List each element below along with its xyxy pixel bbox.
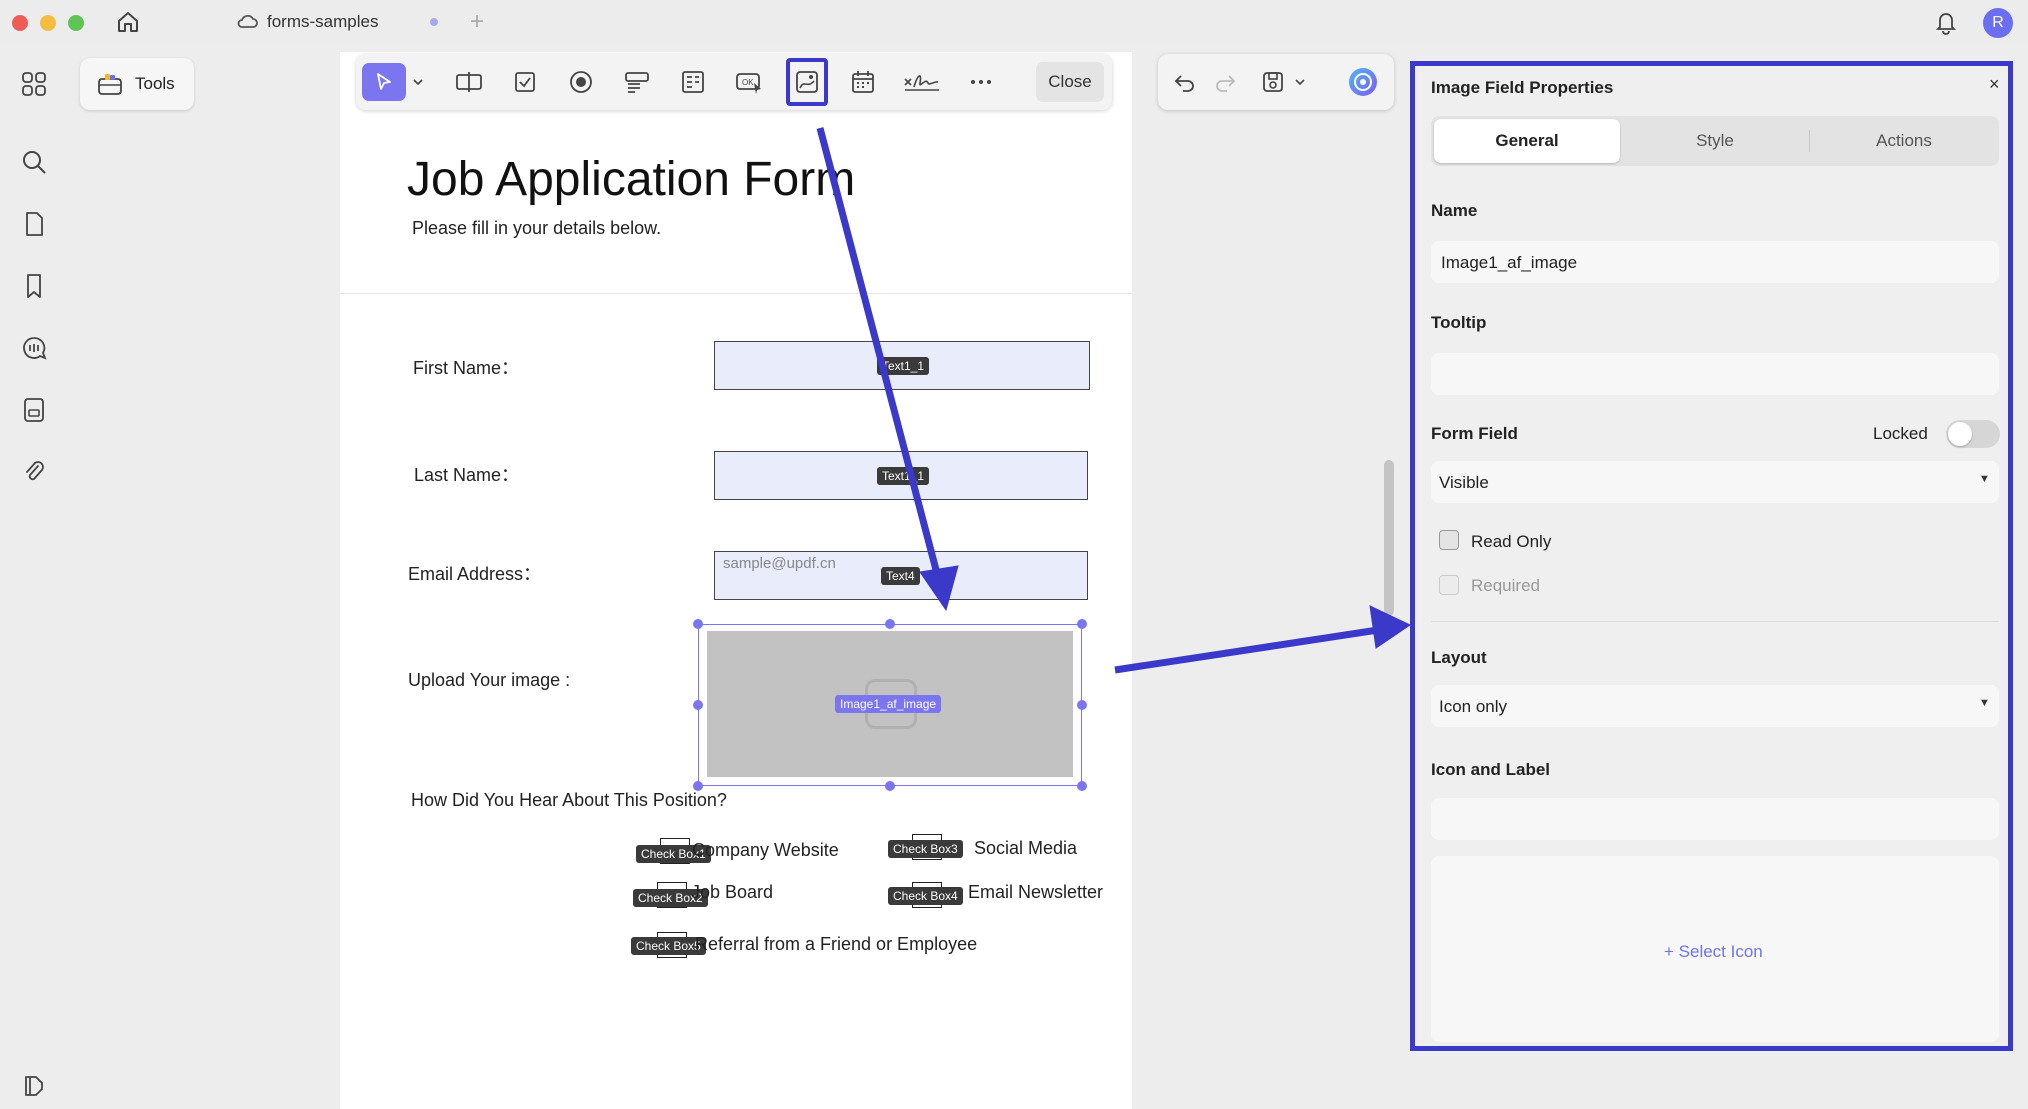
panel-title: Image Field Properties: [1431, 78, 1614, 97]
tab-style[interactable]: Style: [1621, 119, 1809, 163]
layout-select[interactable]: Icon only ▼: [1431, 685, 1999, 727]
tooltip-input[interactable]: [1431, 353, 1999, 395]
required-label: Required: [1471, 576, 1540, 595]
tab-divider: [1809, 130, 1810, 152]
annotation-arrow-right-head: [1369, 605, 1412, 649]
icon-label-input[interactable]: [1431, 798, 1999, 840]
locked-label: Locked: [1873, 424, 1928, 443]
annotation-arrow-right: [1114, 626, 1379, 674]
tab-general[interactable]: General: [1434, 119, 1620, 163]
annotation-arrow-down-head: [919, 565, 959, 612]
select-icon-area[interactable]: + Select Icon: [1431, 856, 1999, 1042]
visibility-select[interactable]: Visible ▼: [1431, 461, 1999, 503]
tab-actions[interactable]: Actions: [1811, 119, 1997, 163]
caret-down-icon: ▼: [1979, 473, 1990, 485]
select-icon-button[interactable]: + Select Icon: [1664, 942, 1763, 962]
name-label: Name: [1431, 201, 1478, 220]
image-field-properties-panel: Image Field Properties × General Style A…: [1410, 61, 2013, 1051]
layout-select-value: Icon only: [1439, 697, 1508, 716]
name-input[interactable]: Image1_af_image: [1431, 241, 1999, 283]
form-field-label: Form Field: [1431, 424, 1518, 443]
annotation-arrow-down: [816, 127, 944, 586]
toggle-knob: [1948, 422, 1972, 446]
close-panel-icon[interactable]: ×: [1989, 74, 2000, 95]
tooltip-label: Tooltip: [1431, 313, 1487, 332]
read-only-checkbox[interactable]: [1439, 530, 1459, 550]
property-tabs: General Style Actions: [1431, 116, 1999, 166]
locked-toggle[interactable]: [1946, 420, 2000, 448]
name-input-value: Image1_af_image: [1441, 253, 1578, 272]
required-checkbox[interactable]: [1439, 575, 1459, 595]
layout-label: Layout: [1431, 648, 1487, 667]
visibility-select-value: Visible: [1439, 473, 1489, 492]
read-only-label: Read Only: [1471, 532, 1552, 551]
icon-and-label-label: Icon and Label: [1431, 760, 1551, 779]
caret-down-icon: ▼: [1979, 697, 1990, 709]
panel-divider: [1431, 621, 1999, 622]
